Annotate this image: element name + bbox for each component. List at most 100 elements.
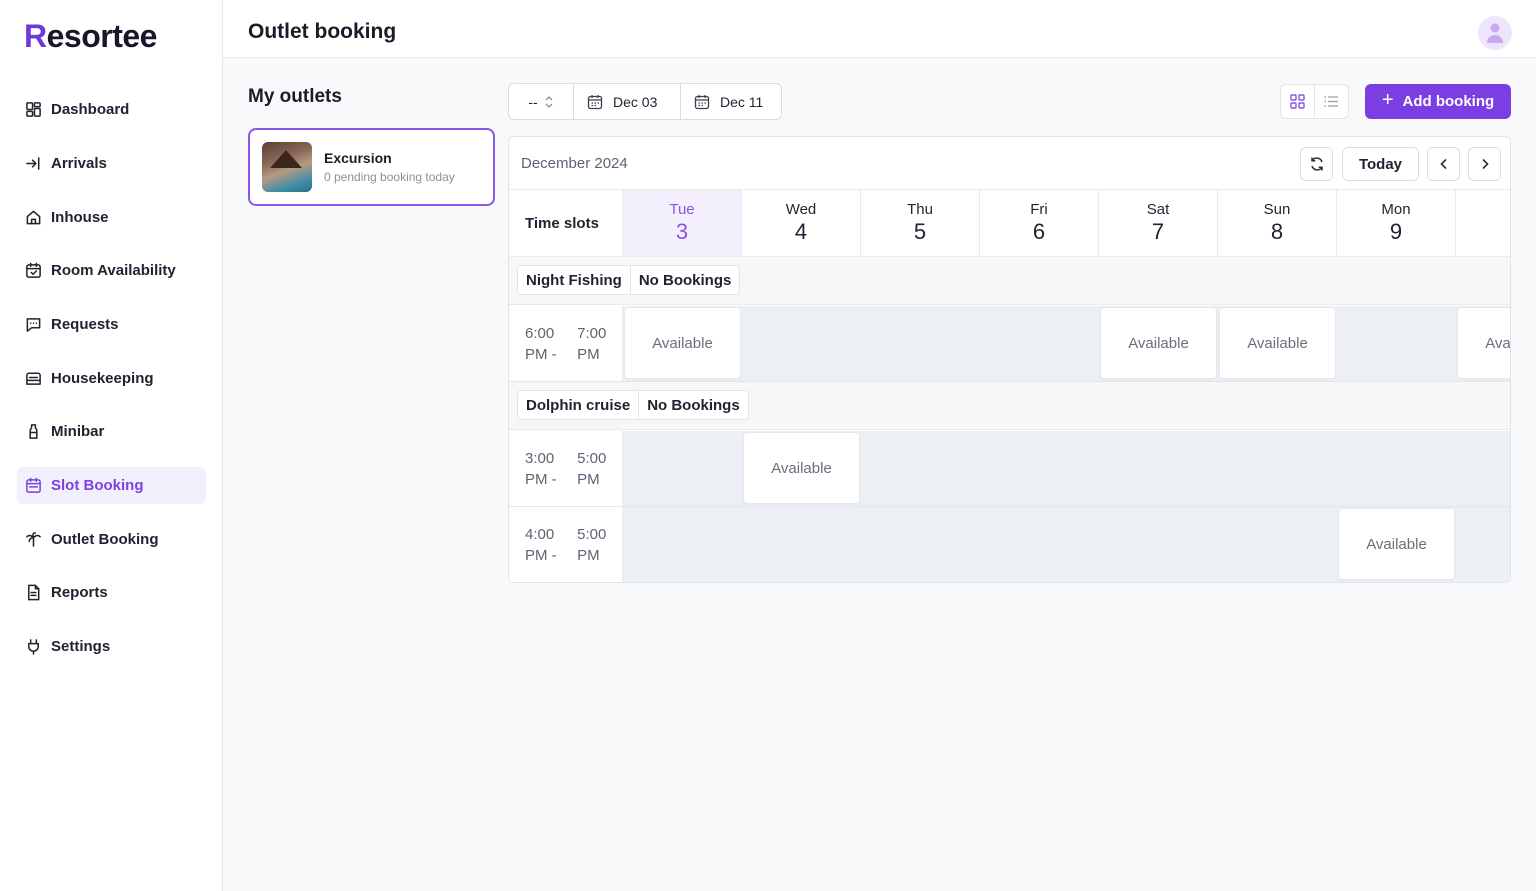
document-icon [24, 584, 42, 602]
day-column-header: T1 [1456, 190, 1510, 257]
calendar-icon [694, 94, 710, 109]
day-of-week: Fri [1030, 201, 1048, 218]
next-week-button[interactable] [1468, 147, 1501, 181]
day-number: 7 [1151, 219, 1165, 244]
refresh-button[interactable] [1300, 147, 1333, 181]
to-date-picker[interactable]: Dec 11 [681, 84, 781, 119]
app-logo[interactable]: Resortee [24, 18, 157, 55]
available-slot-cell[interactable]: Available [1338, 508, 1455, 580]
calendar-header: December 2024 Today [509, 137, 1510, 190]
bed-icon [24, 370, 42, 388]
outlet-select[interactable]: -- [509, 84, 574, 119]
day-column-header: Sat 7 [1099, 190, 1218, 257]
sidebar-item-label: Room Availability [51, 262, 176, 279]
day-column-header: Sun 8 [1218, 190, 1337, 257]
day-of-week: Thu [907, 201, 933, 218]
day-of-week: Tue [669, 201, 695, 218]
user-icon [1487, 23, 1503, 43]
time-slot-row: 4:00 PM -5:00 PM Available [509, 507, 1510, 582]
sidebar-item-label: Dashboard [51, 101, 130, 118]
time-slot-row: 3:00 PM -5:00 PM Available [509, 431, 1510, 507]
time-slots-header: Time slots [509, 190, 623, 257]
sidebar-item-arrivals[interactable]: Arrivals [17, 145, 206, 182]
sidebar-item-housekeeping[interactable]: Housekeeping [17, 360, 206, 397]
available-slot-cell[interactable]: Available [624, 307, 741, 379]
list-view-button[interactable] [1315, 85, 1348, 118]
outlet-card-excursion[interactable]: Excursion 0 pending booking today [248, 128, 495, 206]
previous-week-button[interactable] [1427, 147, 1460, 181]
sidebar-item-label: Arrivals [51, 155, 107, 172]
day-column-header: Mon 9 [1337, 190, 1456, 257]
my-outlets-title: My outlets [248, 86, 342, 107]
view-toggle [1280, 84, 1349, 119]
time-slot-label: 4:00 PM -5:00 PM [509, 507, 623, 582]
palm-icon [24, 531, 42, 549]
day-of-week: Sun [1263, 201, 1291, 218]
sidebar-item-label: Inhouse [51, 209, 109, 226]
avatar[interactable] [1478, 16, 1512, 50]
sidebar-item-settings[interactable]: Settings [17, 628, 206, 665]
to-date-value: Dec 11 [720, 93, 764, 110]
available-slot-cell[interactable]: Available [1219, 307, 1336, 379]
date-filter-group: -- Dec 03 Dec 11 [508, 83, 782, 120]
sidebar-item-reports[interactable]: Reports [17, 574, 206, 611]
slot-group-tag: Dolphin cruise No Bookings [517, 390, 749, 420]
add-booking-label: Add booking [1402, 93, 1495, 110]
day-number: 3 [675, 219, 689, 244]
outlet-thumbnail [262, 142, 312, 192]
day-of-week: Mon [1381, 201, 1411, 218]
slot-group-name: Night Fishing [518, 266, 631, 294]
sidebar-item-dashboard[interactable]: Dashboard [17, 91, 206, 128]
chevron-updown-icon [545, 95, 553, 108]
sidebar-item-requests[interactable]: Requests [17, 306, 206, 343]
outlet-subtitle: 0 pending booking today [324, 170, 455, 184]
calendar-icon [587, 94, 603, 109]
slot-group-status: No Bookings [638, 271, 732, 289]
available-slot-cell[interactable]: Available [743, 432, 860, 504]
refresh-icon [1310, 157, 1323, 171]
slot-group-tag: Night Fishing No Bookings [517, 265, 741, 295]
slot-group-row: Night Fishing No Bookings [509, 257, 1510, 305]
grid-view-button[interactable] [1281, 85, 1315, 118]
available-slot-cell[interactable]: Available [1100, 307, 1217, 379]
page-title: Outlet booking [248, 20, 397, 43]
add-booking-button[interactable]: + Add booking [1365, 84, 1511, 119]
sidebar-item-outlet-booking[interactable]: Outlet Booking [17, 521, 206, 558]
calendar-check-icon [24, 262, 42, 280]
grid-icon [1290, 94, 1305, 109]
arrivals-icon [24, 155, 42, 173]
sidebar-item-room-availability[interactable]: Room Availability [17, 252, 206, 289]
slot-group-status: No Bookings [647, 396, 740, 414]
day-of-week: Sat [1146, 201, 1170, 218]
sidebar-item-minibar[interactable]: Minibar [17, 413, 206, 450]
outlet-select-value: -- [528, 93, 538, 110]
sidebar-item-inhouse[interactable]: Inhouse [17, 199, 206, 236]
plug-icon [24, 638, 42, 656]
sidebar-item-label: Requests [51, 316, 119, 333]
day-number: 5 [913, 219, 927, 244]
time-slot-row: 6:00 PM -7:00 PM Available Available Availa… [509, 306, 1510, 382]
sidebar-item-label: Minibar [51, 423, 105, 440]
slot-group-name: Dolphin cruise [518, 391, 640, 419]
calendar-icon [24, 477, 42, 495]
outlet-name: Excursion [324, 150, 392, 166]
available-slot-cell[interactable]: Available [1457, 307, 1510, 379]
slot-group-row: Dolphin cruise No Bookings [509, 382, 1510, 430]
day-number: 8 [1270, 219, 1284, 244]
sidebar: Resortee Dashboard Arrivals Inhouse Room Av… [0, 0, 223, 891]
from-date-value: Dec 03 [613, 93, 658, 110]
logo-text: esortee [46, 18, 158, 54]
sidebar-item-label: Reports [51, 584, 108, 601]
time-slot-label: 6:00 PM -7:00 PM [509, 306, 623, 381]
day-number: 6 [1032, 219, 1046, 244]
sidebar-item-slot-booking[interactable]: Slot Booking [17, 467, 206, 504]
booking-calendar: December 2024 Today Time slots Tue 3 Wed 4 T… [508, 136, 1511, 583]
day-column-header: Wed 4 [742, 190, 861, 257]
day-of-week: Wed [785, 201, 817, 218]
chevron-right-icon [1481, 158, 1489, 170]
today-button[interactable]: Today [1342, 147, 1419, 181]
from-date-picker[interactable]: Dec 03 [574, 84, 681, 119]
day-column-header: Fri 6 [980, 190, 1099, 257]
day-column-header: Tue 3 [623, 190, 742, 257]
month-label: December 2024 [521, 155, 628, 172]
